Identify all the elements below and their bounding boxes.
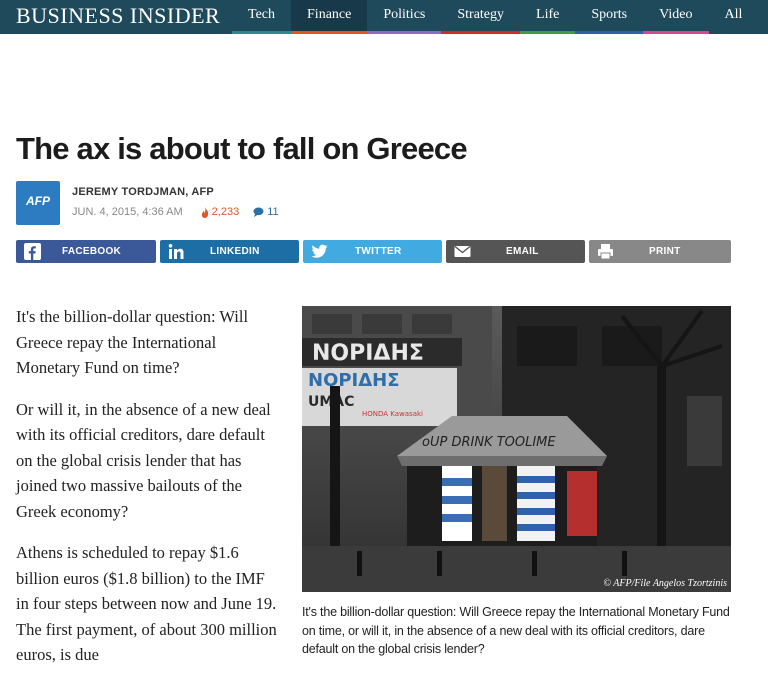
svg-text:HONDA Kawasaki: HONDA Kawasaki: [362, 410, 423, 418]
flame-icon: [201, 206, 208, 218]
nav-item-underline: [575, 31, 644, 34]
nav-item-finance[interactable]: Finance: [291, 0, 368, 34]
twitter-icon: [311, 244, 328, 258]
linkedin-label: LINKEDIN: [210, 246, 260, 257]
nav-item-tech[interactable]: Tech: [232, 0, 292, 34]
article-body: It's the billion-dollar question: Will G…: [16, 304, 278, 684]
paragraph: Athens is scheduled to repay $1.6 billio…: [16, 543, 277, 664]
nav-item-underline: [232, 31, 292, 34]
afp-logo-text: AFP: [26, 194, 50, 208]
twitter-share-button[interactable]: TWITTER: [303, 240, 442, 263]
nav-item-label: Life: [536, 7, 560, 22]
nav-item-underline: [520, 31, 576, 34]
nav-item-politics[interactable]: Politics: [367, 0, 442, 34]
envelope-icon: [454, 245, 471, 257]
paragraph: It's the billion-dollar question: Will G…: [16, 307, 249, 377]
article-image[interactable]: ΝΟΡΙΔΗΣ ΝΟΡΙΔΗΣ UMAC HONDA Kawasaki oUP …: [302, 306, 731, 592]
image-caption: It's the billion-dollar question: Will G…: [302, 605, 730, 656]
nav-item-label: Strategy: [457, 7, 505, 22]
site-logo[interactable]: BUSINESS INSIDER: [16, 5, 220, 27]
afp-logo[interactable]: AFP: [16, 181, 60, 225]
print-button[interactable]: PRINT: [589, 240, 731, 263]
nav-item-underline: [441, 31, 521, 34]
linkedin-icon: [168, 244, 184, 259]
nav-item-underline: [708, 31, 759, 34]
greek-kiosk-photo: ΝΟΡΙΔΗΣ ΝΟΡΙΔΗΣ UMAC HONDA Kawasaki oUP …: [302, 306, 731, 592]
nav-item-label: Sports: [591, 7, 628, 22]
views-value: 2,233: [211, 206, 240, 218]
author-name[interactable]: JEREMY TORDJMAN, AFP: [72, 186, 214, 198]
nav-item-underline: [643, 31, 709, 34]
email-label: EMAIL: [506, 246, 539, 257]
photo-credit: © AFP/File Angelos Tzortzinis: [603, 578, 727, 589]
svg-text:oUP DRINK TOOLIME: oUP DRINK TOOLIME: [422, 435, 556, 450]
print-label: PRINT: [649, 246, 681, 257]
article-title: The ax is about to fall on Greece: [16, 131, 468, 166]
section-nav: Tech Finance Politics Strategy Life Sports Vid…: [232, 0, 759, 34]
nav-item-label: Tech: [248, 7, 276, 22]
article-meta: JUN. 4, 2015, 4:36 AM 2,233 11: [72, 206, 279, 218]
facebook-label: FACEBOOK: [62, 246, 122, 257]
facebook-share-button[interactable]: FACEBOOK: [16, 240, 156, 263]
comments-count[interactable]: 11: [253, 206, 279, 218]
nav-item-video[interactable]: Video: [643, 0, 709, 34]
nav-item-life[interactable]: Life: [520, 0, 576, 34]
top-nav: BUSINESS INSIDER Tech Finance Politics Stra…: [0, 0, 768, 34]
email-share-button[interactable]: EMAIL: [446, 240, 585, 263]
linkedin-share-button[interactable]: LINKEDIN: [160, 240, 299, 263]
svg-text:ΝΟΡΙΔΗΣ: ΝΟΡΙΔΗΣ: [312, 341, 424, 366]
nav-item-label: All: [724, 7, 743, 22]
printer-icon: [598, 244, 613, 260]
nav-item-label: Politics: [383, 7, 426, 22]
comments-value: 11: [267, 206, 279, 218]
views-count: 2,233: [201, 206, 240, 218]
nav-item-strategy[interactable]: Strategy: [441, 0, 521, 34]
paragraph: Or will it, in the absence of a new deal…: [16, 399, 271, 521]
nav-item-label: Finance: [307, 7, 352, 22]
nav-item-underline: [291, 31, 368, 34]
nav-item-label: Video: [659, 7, 693, 22]
nav-item-all[interactable]: All: [708, 0, 759, 34]
nav-item-sports[interactable]: Sports: [575, 0, 644, 34]
publish-date: JUN. 4, 2015, 4:36 AM: [72, 206, 183, 218]
twitter-label: TWITTER: [355, 246, 402, 257]
facebook-icon: [24, 243, 41, 260]
nav-item-underline: [367, 31, 442, 34]
comment-icon: [253, 207, 264, 217]
svg-text:ΝΟΡΙΔΗΣ: ΝΟΡΙΔΗΣ: [308, 370, 400, 391]
